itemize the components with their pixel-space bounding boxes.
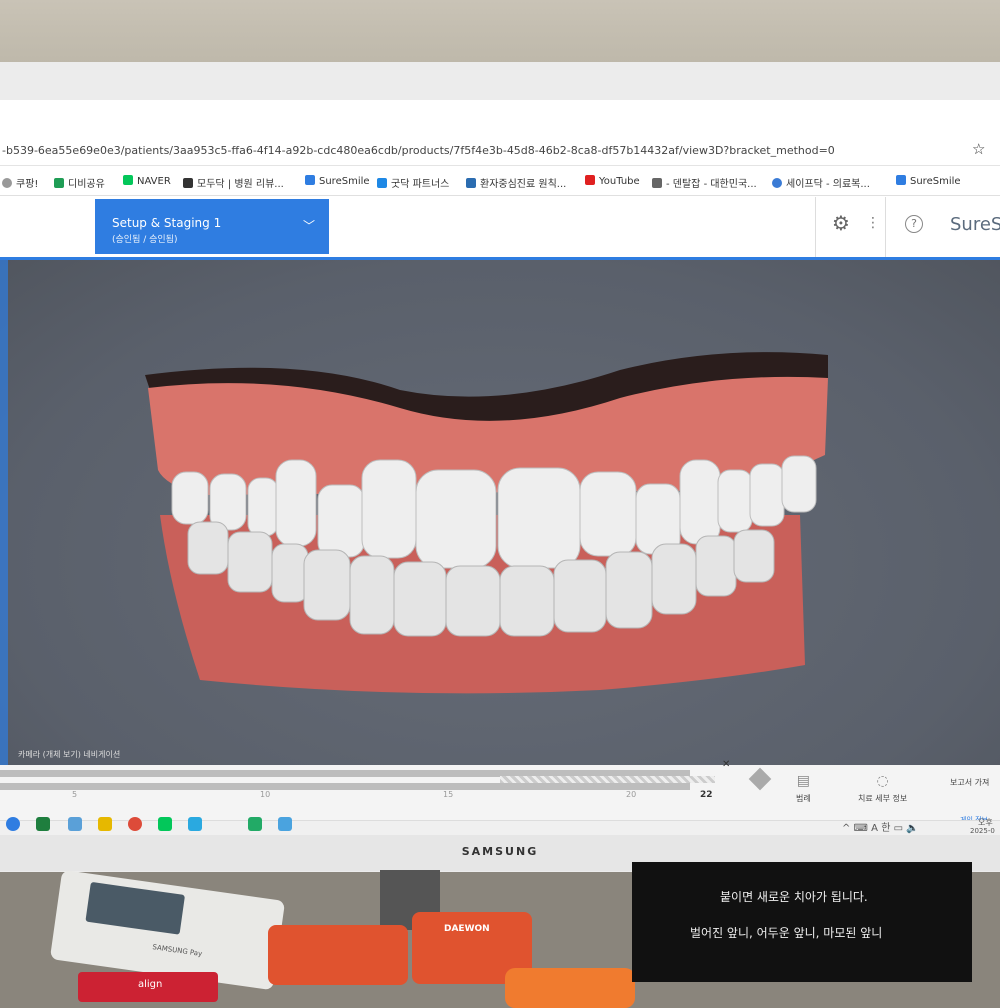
bookmark-item[interactable]: 세이프닥 - 의료복... xyxy=(772,175,870,190)
timeline-tick: 15 xyxy=(443,790,454,799)
chevron-down-icon: ﹀ xyxy=(303,219,316,233)
timeline-tick: 20 xyxy=(626,790,637,799)
bookmarks-bar: 쿠팡! 디비공유 NAVER 모두닥 | 병원 리뷰... SureSmile … xyxy=(0,167,1000,196)
bookmark-item[interactable]: 쿠팡! xyxy=(2,175,38,190)
info-sign: 붙이면 새로운 치아가 됩니다. 벌어진 앞니, 어두운 앞니, 마모된 앞니 xyxy=(632,862,972,982)
dental-model xyxy=(145,352,828,694)
w-icon xyxy=(466,178,476,188)
start-icon[interactable] xyxy=(6,817,20,831)
suresmile-icon xyxy=(305,175,315,185)
address-bar[interactable]: -b539-6ea55e69e0e3/patients/3aa953c5-ffa… xyxy=(0,135,1000,166)
excel-icon[interactable] xyxy=(36,817,50,831)
align-box: align xyxy=(78,972,218,1002)
timeline-tick: 10 xyxy=(260,790,271,799)
tray-icons[interactable]: ^ ⌨ A 한 ▭ 🔈 xyxy=(842,819,919,834)
modoodoc-icon xyxy=(183,178,193,188)
divider xyxy=(815,197,816,257)
app-logo: SureS xyxy=(950,214,1000,235)
dentaljob-icon xyxy=(652,178,662,188)
globe-icon xyxy=(2,178,12,188)
wall-background xyxy=(0,0,1000,70)
divider xyxy=(885,197,886,257)
timeline-overcorrection xyxy=(500,776,715,783)
stage-subtitle: (승인됨 / 승인됨) xyxy=(112,235,178,245)
clock-date[interactable]: 2025-0 xyxy=(970,827,995,835)
bookmark-item[interactable]: SureSmile xyxy=(305,175,370,187)
bookmark-item[interactable]: 굿닥 파트너스 xyxy=(377,175,449,190)
help-icon[interactable]: ? xyxy=(905,215,923,233)
side-panel-tab[interactable] xyxy=(0,260,8,765)
current-stage-number: 22 xyxy=(700,790,713,800)
chrome-icon[interactable] xyxy=(128,817,142,831)
safedoc-icon xyxy=(772,178,782,188)
timeline-track-lower[interactable] xyxy=(0,783,690,790)
stage-title: Setup & Staging 1 xyxy=(112,216,222,230)
sheet-icon xyxy=(54,178,64,188)
monitor-brand: SAMSUNG xyxy=(461,845,539,858)
timeline-tick: 5 xyxy=(72,790,78,799)
bookmark-item[interactable]: SureSmile xyxy=(896,175,961,187)
naver-icon xyxy=(123,175,133,185)
bookmark-item[interactable]: 모두닥 | 병원 리뷰... xyxy=(183,175,284,190)
app-icon[interactable] xyxy=(248,817,262,831)
stage-slider-handle[interactable] xyxy=(748,767,772,791)
aligner-case xyxy=(268,925,408,985)
bookmark-item[interactable]: NAVER xyxy=(123,175,171,187)
legend-icon: ▤ xyxy=(796,773,810,789)
app-icon[interactable] xyxy=(98,817,112,831)
more-menu-icon[interactable]: ⋮ xyxy=(866,215,880,231)
legend-button[interactable]: ▤ 범례 xyxy=(796,773,811,804)
youtube-icon xyxy=(585,175,595,185)
naver-icon[interactable] xyxy=(158,817,172,831)
bookmark-item[interactable]: YouTube xyxy=(585,175,640,187)
bookmark-star-icon[interactable]: ☆ xyxy=(972,140,985,158)
bookmark-item[interactable]: - 덴탈잡 - 대한민국... xyxy=(652,175,757,190)
treatment-details-button[interactable]: ◌ 치료 세부 정보 xyxy=(858,773,907,804)
app-header: Setup & Staging 1 (승인됨 / 승인됨) ﹀ ⚙ ⋮ ? Su… xyxy=(0,197,1000,260)
tooth-info-icon: ◌ xyxy=(876,773,889,789)
url-text[interactable]: -b539-6ea55e69e0e3/patients/3aa953c5-ffa… xyxy=(2,144,835,157)
close-icon[interactable]: ✕ xyxy=(722,759,730,770)
report-button[interactable]: 보고서 가져 xyxy=(950,773,989,788)
app-icon[interactable] xyxy=(188,817,202,831)
aligner-case xyxy=(505,968,635,1008)
camera-navigation-caption: 카메라 (개체 보기) 네비게이션 xyxy=(18,750,121,759)
stage-selector[interactable]: Setup & Staging 1 (승인됨 / 승인됨) ﹀ xyxy=(95,199,329,254)
app-icon[interactable] xyxy=(278,817,292,831)
bookmark-item[interactable]: 환자중심진료 원칙... xyxy=(466,175,566,190)
app-icon[interactable] xyxy=(68,817,82,831)
gear-icon[interactable]: ⚙ xyxy=(832,211,850,235)
3d-viewport[interactable] xyxy=(0,260,1000,765)
goodoc-icon xyxy=(377,178,387,188)
windows-taskbar: ^ ⌨ A 한 ▭ 🔈 오후 2025-0 xyxy=(0,817,1000,836)
pad-screen xyxy=(85,881,186,935)
pad-label: SAMSUNG Pay xyxy=(151,943,203,959)
bookmark-item[interactable]: 디비공유 xyxy=(54,175,105,190)
suresmile-icon xyxy=(896,175,906,185)
